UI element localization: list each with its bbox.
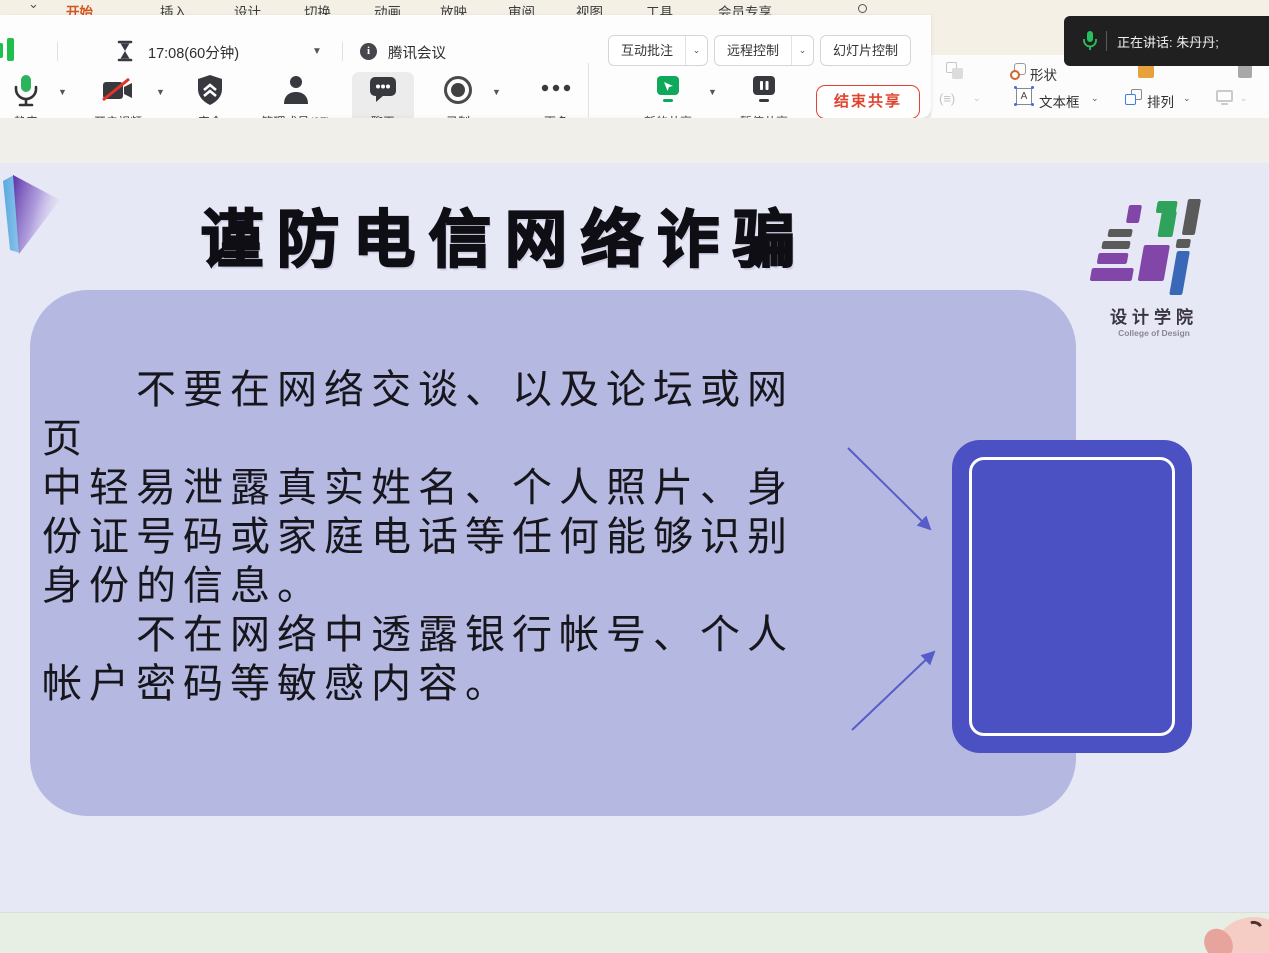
line-spacing-icon: (≡)	[939, 91, 955, 106]
speaking-text: 正在讲话: 朱丹丹;	[1117, 32, 1219, 51]
tab-tools[interactable]: 工具	[646, 1, 673, 15]
tab-insert[interactable]: 插入	[160, 1, 187, 15]
line-spacing-chevron-icon: ⌄	[973, 93, 981, 104]
meeting-timer[interactable]: 17:08(60分钟)	[148, 42, 239, 63]
speaking-indicator: 正在讲话: 朱丹丹;	[1064, 16, 1269, 66]
slideshow-letterbox	[0, 118, 1269, 165]
slide-control-button[interactable]: 幻灯片控制	[820, 35, 911, 66]
slide-size-icon-base	[1221, 103, 1228, 105]
annotate-label[interactable]: 互动批注	[609, 36, 685, 65]
tab-home[interactable]: 开始	[66, 1, 93, 15]
tab-design[interactable]: 设计	[234, 1, 261, 15]
chat-icon	[368, 76, 398, 104]
remote-control-chevron-icon[interactable]: ⌄	[791, 36, 813, 65]
remote-control-button[interactable]: 远程控制 ⌄	[714, 35, 814, 66]
textbox-label[interactable]: 文本框	[1039, 91, 1080, 111]
tab-animation[interactable]: 动画	[374, 1, 401, 15]
timer-chevron-icon[interactable]: ▼	[312, 46, 322, 57]
textbox-icon[interactable]: A	[1016, 88, 1032, 105]
slide-canvas: 谨防电信网络诈骗 设计学院 College of Design 不要在网络交谈、…	[0, 163, 1269, 912]
college-logo-en: College of Design	[1094, 328, 1214, 338]
arrange-icon[interactable]	[1125, 94, 1136, 105]
record-icon	[443, 75, 473, 105]
divider	[1106, 31, 1107, 51]
divider	[588, 63, 589, 121]
signal-icon-bar	[7, 38, 14, 61]
signal-icon	[0, 43, 3, 58]
textbox-chevron-icon[interactable]: ⌄	[1091, 93, 1099, 104]
start-video-chevron-icon[interactable]: ▼	[156, 87, 165, 97]
slide-size-icon	[1216, 90, 1233, 102]
more-dots-icon	[541, 84, 571, 92]
slide-control-label[interactable]: 幻灯片控制	[821, 36, 910, 65]
college-logo: 设计学院 College of Design	[1094, 191, 1214, 341]
record-chevron-icon[interactable]: ▼	[492, 87, 501, 97]
slide-title: 谨防电信网络诈骗	[0, 189, 1010, 279]
screen: ⌄ 开始 插入 设计 切换 动画 放映 审阅 视图 工具 会员专享 (≡) ⌄ …	[0, 0, 1269, 953]
microphone-icon	[11, 74, 41, 108]
slide-size-chevron-icon: ⌄	[1240, 93, 1248, 104]
tab-member[interactable]: 会员专享	[718, 1, 772, 15]
end-share-button[interactable]: 结束共享	[816, 85, 920, 119]
speaking-mic-icon	[1082, 30, 1098, 52]
photo-frame-inner-border	[969, 457, 1175, 736]
shield-icon	[196, 74, 224, 106]
camera-off-icon	[100, 78, 136, 104]
share-screen-icon	[655, 75, 681, 105]
tab-transition[interactable]: 切换	[304, 1, 331, 15]
shapes-label[interactable]: 形状	[1030, 64, 1057, 84]
next-slide-strip	[0, 912, 1269, 953]
divider	[57, 42, 58, 61]
tab-review[interactable]: 审阅	[508, 1, 535, 15]
textbox-icon-dot	[1031, 103, 1034, 106]
info-icon[interactable]: i	[360, 43, 377, 60]
tab-slideshow[interactable]: 放映	[440, 1, 467, 15]
search-icon[interactable]	[858, 4, 867, 13]
pause-share-icon	[751, 75, 777, 105]
college-logo-mark	[1084, 191, 1223, 299]
textbox-icon-dot	[1031, 86, 1034, 89]
tab-view[interactable]: 视图	[576, 1, 603, 15]
annotate-button[interactable]: 互动批注 ⌄	[608, 35, 708, 66]
app-name: 腾讯会议	[388, 42, 446, 63]
shapes-icon-circle	[1010, 70, 1020, 80]
arrange-label[interactable]: 排列	[1147, 91, 1174, 111]
textbox-icon-dot	[1014, 86, 1017, 89]
mute-chevron-icon[interactable]: ▼	[58, 87, 67, 97]
meeting-toolbar: 17:08(60分钟) ▼ i 腾讯会议 互动批注 ⌄ 远程控制 ⌄ 幻灯片控制…	[0, 15, 931, 118]
textbox-icon-dot	[1014, 103, 1017, 106]
annotate-chevron-icon[interactable]: ⌄	[685, 36, 707, 65]
paragraph-bank: 不在网络中透露银行帐号、个人 帐户密码等敏感内容。	[42, 611, 832, 709]
college-logo-cn: 设计学院	[1094, 303, 1214, 328]
ribbon-collapse-icon[interactable]: ⌄	[28, 0, 39, 12]
hourglass-icon	[116, 40, 134, 62]
paragraph-privacy: 不要在网络交谈、以及论坛或网页 中轻易泄露真实姓名、个人照片、身 份证号码或家庭…	[42, 366, 832, 611]
arrange-chevron-icon[interactable]: ⌄	[1183, 93, 1191, 104]
new-share-chevron-icon[interactable]: ▼	[708, 87, 717, 97]
remote-control-label[interactable]: 远程控制	[715, 36, 791, 65]
photo-frame	[952, 440, 1192, 753]
member-icon	[281, 74, 311, 106]
divider	[342, 42, 343, 61]
replace-icon-back	[952, 68, 963, 79]
